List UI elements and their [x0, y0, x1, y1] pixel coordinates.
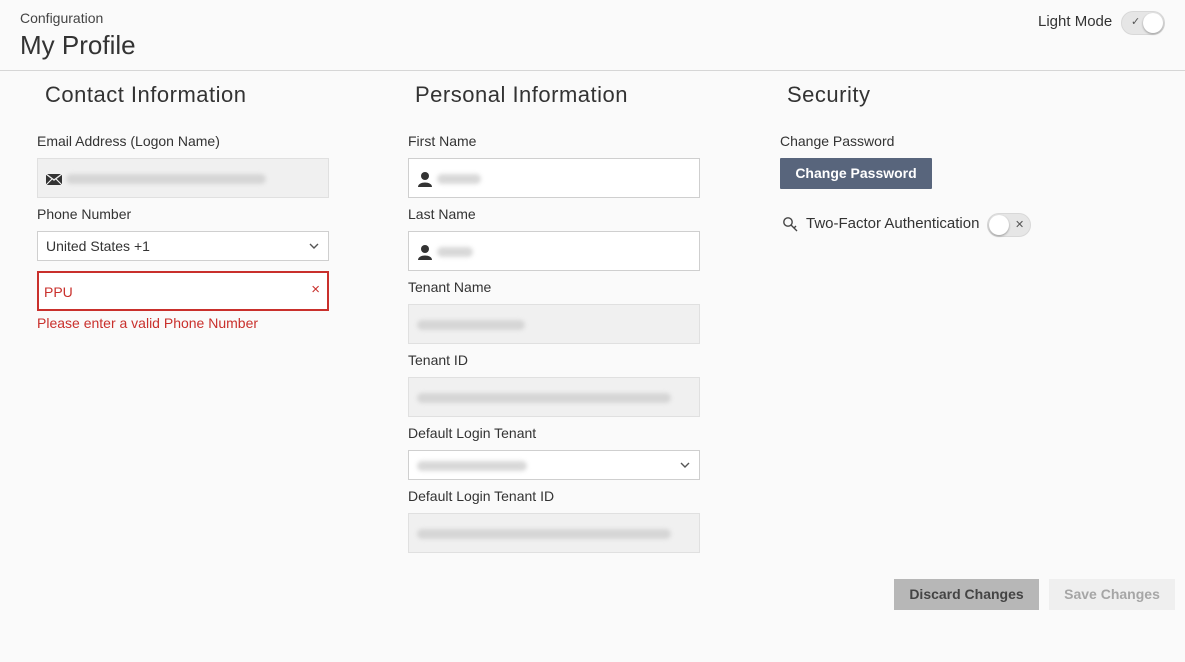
default-login-tenant-id-value-redacted — [417, 529, 671, 539]
change-password-button[interactable]: Change Password — [780, 158, 932, 189]
header-divider — [0, 70, 1185, 71]
breadcrumb[interactable]: Configuration — [20, 10, 103, 26]
phone-number-value: PPU — [44, 284, 73, 300]
default-login-tenant-value-redacted — [417, 461, 527, 471]
check-icon: ✓ — [1131, 16, 1141, 28]
first-name-input[interactable] — [408, 158, 700, 198]
discard-changes-button[interactable]: Discard Changes — [894, 579, 1039, 610]
personal-information-title: Personal Information — [415, 82, 628, 107]
clear-icon[interactable]: × — [311, 281, 320, 298]
tenant-name-value-redacted — [417, 320, 525, 330]
key-icon — [783, 217, 798, 232]
first-name-label: First Name — [408, 133, 477, 149]
email-field — [37, 158, 329, 198]
phone-error-message: Please enter a valid Phone Number — [37, 315, 259, 331]
phone-label: Phone Number — [37, 206, 132, 222]
person-icon — [418, 172, 432, 187]
tenant-id-field — [408, 377, 700, 417]
country-code-value: United States +1 — [46, 238, 150, 254]
envelope-icon — [45, 173, 63, 186]
tenant-id-value-redacted — [417, 393, 671, 403]
default-login-tenant-label: Default Login Tenant — [408, 425, 537, 441]
security-title: Security — [787, 82, 871, 107]
toggle-knob — [989, 215, 1009, 235]
default-login-tenant-id-label: Default Login Tenant ID — [408, 488, 555, 504]
last-name-input[interactable] — [408, 231, 700, 271]
tenant-name-label: Tenant Name — [408, 279, 492, 295]
last-name-label: Last Name — [408, 206, 476, 222]
contact-information-title: Contact Information — [45, 82, 247, 107]
light-mode-label: Light Mode — [1038, 13, 1113, 30]
two-factor-toggle[interactable]: ✕ — [987, 213, 1031, 237]
tenant-id-label: Tenant ID — [408, 352, 468, 368]
country-code-select[interactable]: United States +1 — [37, 231, 329, 261]
save-changes-button[interactable]: Save Changes — [1049, 579, 1175, 610]
phone-number-input[interactable]: PPU × — [37, 271, 329, 311]
chevron-down-icon — [680, 462, 690, 468]
person-icon — [418, 245, 432, 260]
first-name-value-redacted — [437, 174, 481, 184]
email-label: Email Address (Logon Name) — [37, 133, 220, 149]
toggle-knob — [1143, 13, 1163, 33]
page-title: My Profile — [20, 30, 136, 60]
x-icon: ✕ — [1015, 219, 1025, 231]
light-mode-toggle[interactable]: ✓ — [1121, 11, 1165, 35]
default-login-tenant-id-field — [408, 513, 700, 553]
two-factor-label: Two-Factor Authentication — [806, 215, 980, 232]
tenant-name-field — [408, 304, 700, 344]
default-login-tenant-select[interactable] — [408, 450, 700, 480]
last-name-value-redacted — [437, 247, 473, 257]
email-value-redacted — [66, 174, 266, 184]
chevron-down-icon — [309, 243, 319, 249]
change-password-label: Change Password — [780, 133, 895, 149]
